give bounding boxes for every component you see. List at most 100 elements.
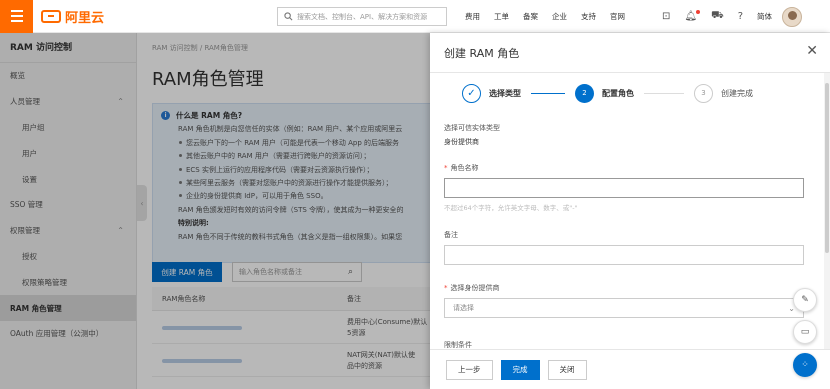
create-role-drawer: 创建 RAM 角色 ✕ ✓ 选择类型 2 配置角色 3 创建完成 选择可信实体类… bbox=[430, 33, 830, 389]
close-button[interactable]: 关闭 bbox=[547, 359, 587, 380]
nav-official-site[interactable]: 官网 bbox=[610, 11, 625, 22]
top-nav: 费用 工单 备案 企业 支持 官网 bbox=[465, 0, 639, 33]
language-switch[interactable]: 简体 bbox=[757, 11, 772, 22]
nav-support[interactable]: 支持 bbox=[581, 11, 596, 22]
info-bullet: 某些阿里云服务（需要对您账户中的资源进行操作才能提供服务）； bbox=[179, 178, 430, 188]
apps-grid-icon[interactable]: ⁘ bbox=[793, 353, 817, 377]
done-button[interactable]: 完成 bbox=[500, 359, 540, 380]
sidebar-item-grants[interactable]: 授权 bbox=[0, 244, 136, 270]
sidebar-collapse-handle[interactable]: ‹ bbox=[137, 185, 147, 221]
scrollbar-thumb[interactable] bbox=[825, 83, 829, 253]
drawer-footer: 上一步 完成 关闭 bbox=[430, 349, 830, 389]
sidebar-item-oauth[interactable]: OAuth 应用管理（公测中） bbox=[0, 321, 136, 347]
required-marker: * bbox=[444, 164, 448, 172]
sidebar-item-sso[interactable]: SSO 管理 bbox=[0, 192, 136, 218]
sidebar-item-policies[interactable]: 权限策略管理 bbox=[0, 269, 136, 295]
role-name-input[interactable] bbox=[444, 178, 804, 198]
page-title: RAM角色管理 bbox=[152, 69, 264, 90]
avatar[interactable] bbox=[782, 6, 802, 27]
table-header: RAM角色名称 备注 bbox=[152, 287, 430, 311]
role-form: 选择可信实体类型 身份提供商 * 角色名称 不超过64个字符，允许英文字母、数字、… bbox=[444, 123, 804, 350]
info-line: RAM 角色颁发短时有效的访问令牌（STS 令牌），使其成为一种更安全的 bbox=[178, 205, 404, 214]
sidebar-item-groups[interactable]: 用户组 bbox=[0, 115, 136, 141]
idp-select[interactable]: 请选择 ⌄ bbox=[444, 298, 804, 318]
role-name-cell[interactable] bbox=[152, 358, 347, 363]
create-ram-role-button[interactable]: 创建 RAM 角色 bbox=[152, 262, 222, 282]
sidebar-item-label: 概览 bbox=[10, 71, 25, 81]
search-icon[interactable]: ⌕ bbox=[348, 267, 353, 277]
table-row[interactable]: 费用中心(Consume)默认 5资源 bbox=[152, 312, 430, 344]
sidebar-item-settings[interactable]: 设置 bbox=[0, 166, 136, 192]
aliyun-logo[interactable]: 阿里云 bbox=[41, 7, 104, 26]
role-name-help: 不超过64个字符，允许英文字母、数字、或"-" bbox=[444, 204, 578, 212]
sidebar-item-ram-roles[interactable]: RAM 角色管理 bbox=[0, 295, 136, 321]
sidebar-item-label: 权限策略管理 bbox=[22, 277, 67, 287]
chevron-up-icon: ⌃ bbox=[117, 97, 124, 107]
step-configure-role: 2 配置角色 bbox=[575, 83, 634, 103]
breadcrumb[interactable]: RAM 访问控制 / RAM角色管理 bbox=[152, 43, 248, 53]
blurred-role-name bbox=[162, 325, 242, 330]
logo-mark-icon bbox=[41, 9, 61, 23]
nav-tickets[interactable]: 工单 bbox=[494, 11, 509, 22]
chat-icon[interactable]: ▭ bbox=[793, 320, 817, 344]
note-cell: 费用中心(Consume)默认 5资源 bbox=[347, 317, 428, 337]
required-marker: * bbox=[444, 284, 448, 292]
table-row[interactable]: NAT网关(NAT)默认使 品中的资源 bbox=[152, 345, 430, 377]
top-icons: ⊡ 🔔︎ ⛟ ? 简体 bbox=[662, 0, 802, 33]
step-label: 配置角色 bbox=[602, 88, 634, 98]
check-icon: ✓ bbox=[462, 83, 481, 103]
notification-dot bbox=[696, 10, 701, 14]
sidebar-item-permissions[interactable]: 权限管理 ⌃ bbox=[0, 218, 136, 244]
info-icon: i bbox=[161, 111, 170, 120]
info-bullet: 其他云账户中的 RAM 用户（需要进行跨账户的资源访问）； bbox=[179, 151, 430, 161]
step-label: 创建完成 bbox=[721, 88, 753, 98]
terminal-icon[interactable]: ⊡ bbox=[662, 11, 670, 22]
sidebar-item-label: 用户 bbox=[22, 148, 37, 158]
sidebar-item-label: 用户组 bbox=[22, 122, 45, 132]
info-intro: RAM 角色机制是向您信任的实体（例如：RAM 用户、某个应用或阿里云 bbox=[178, 125, 403, 134]
step-number: 2 bbox=[575, 83, 594, 103]
nav-icp[interactable]: 备案 bbox=[523, 11, 538, 22]
nav-enterprise[interactable]: 企业 bbox=[552, 11, 567, 22]
main-content: RAM 访问控制 / RAM角色管理 RAM角色管理 i 什么是 RAM 角色?… bbox=[147, 33, 430, 389]
idp-label: * 选择身份提供商 bbox=[444, 283, 804, 293]
sidebar-item-users[interactable]: 用户 bbox=[0, 140, 136, 166]
help-icon[interactable]: ? bbox=[738, 11, 743, 22]
column-note: 备注 bbox=[347, 294, 361, 303]
info-box: i 什么是 RAM 角色? RAM 角色机制是向您信任的实体（例如：RAM 用户… bbox=[152, 103, 430, 263]
remark-label: 备注 bbox=[444, 231, 458, 239]
sidebar-item-label: 人员管理 bbox=[10, 97, 40, 107]
global-search-placeholder: 搜索文档、控制台、API、解决方案和资源 bbox=[297, 12, 428, 21]
bell-icon[interactable]: 🔔︎ bbox=[684, 10, 701, 22]
role-search-input[interactable]: 输入角色名称或备注 ⌕ bbox=[232, 262, 362, 282]
trusted-entity-label: 选择可信实体类型 bbox=[444, 124, 500, 132]
sidebar-item-people[interactable]: 人员管理 ⌃ bbox=[0, 89, 136, 115]
cart-icon[interactable]: ⛟ bbox=[711, 10, 724, 23]
sidebar-item-label: 权限管理 bbox=[10, 226, 40, 236]
role-name-cell[interactable] bbox=[152, 325, 347, 330]
drawer-scrollbar[interactable] bbox=[824, 73, 830, 349]
edit-doc-icon[interactable]: ✎ bbox=[793, 288, 817, 312]
sidebar-item-overview[interactable]: 概览 bbox=[0, 63, 136, 89]
info-title: i 什么是 RAM 角色? bbox=[161, 110, 430, 121]
drawer-title: 创建 RAM 角色 bbox=[444, 46, 520, 60]
step-complete: 3 创建完成 bbox=[694, 83, 753, 103]
nav-fees[interactable]: 费用 bbox=[465, 11, 480, 22]
role-name-label: * 角色名称 bbox=[444, 163, 804, 173]
info-bullet: ECS 实例上运行的应用程序代码（需要对云资源执行操作）； bbox=[179, 165, 430, 175]
step-connector bbox=[531, 92, 565, 94]
remark-input[interactable] bbox=[444, 245, 804, 265]
role-name-label-text: 角色名称 bbox=[450, 164, 479, 172]
role-search-placeholder: 输入角色名称或备注 bbox=[239, 268, 302, 276]
prev-button[interactable]: 上一步 bbox=[446, 359, 493, 380]
note-cell: NAT网关(NAT)默认使 品中的资源 bbox=[347, 350, 415, 370]
sidebar-item-label: SSO 管理 bbox=[10, 200, 43, 210]
chevron-left-icon: ‹ bbox=[140, 198, 144, 208]
top-bar: 阿里云 搜索文档、控制台、API、解决方案和资源 费用 工单 备案 企业 支持 … bbox=[0, 0, 830, 33]
chevron-up-icon: ⌃ bbox=[117, 226, 124, 236]
idp-label-text: 选择身份提供商 bbox=[450, 284, 500, 292]
global-search-input[interactable]: 搜索文档、控制台、API、解决方案和资源 bbox=[277, 7, 447, 26]
close-icon[interactable]: ✕ bbox=[806, 43, 818, 59]
sidebar-item-label: 设置 bbox=[22, 174, 37, 184]
menu-icon[interactable] bbox=[0, 0, 33, 33]
